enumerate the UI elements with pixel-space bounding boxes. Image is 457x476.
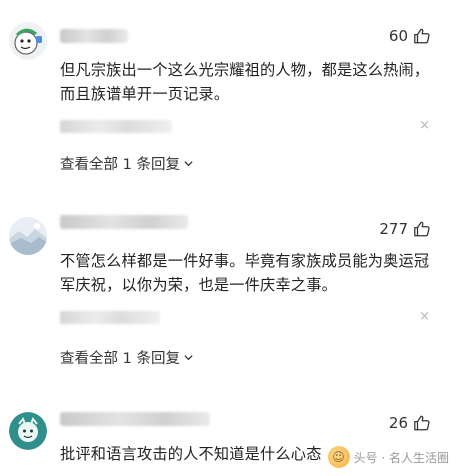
avatar[interactable] <box>9 217 47 255</box>
close-icon[interactable]: × <box>419 117 430 135</box>
like-count: 60 <box>388 27 408 45</box>
close-icon[interactable]: × <box>419 308 430 326</box>
comment-text: 不管怎么样都是一件好事。毕竟有家族成员能为奥运冠军庆祝，以你为荣，也是一件庆幸之… <box>60 252 430 294</box>
green-character-avatar-icon <box>9 412 47 450</box>
like-counter[interactable]: 277 <box>379 220 431 238</box>
cartoon-face-avatar-icon <box>9 22 47 60</box>
like-count: 26 <box>388 414 408 432</box>
username-redacted[interactable] <box>60 29 128 43</box>
watermark-logo-icon: ☺ <box>327 446 350 468</box>
view-all-replies-button[interactable]: 查看全部 1 条回复 <box>60 347 194 368</box>
chevron-down-icon <box>184 161 193 167</box>
comment-item: 277 不管怎么样都是一件好事。毕竟有家族成员能为奥运冠军庆祝，以你为荣，也是一… <box>0 190 457 390</box>
chevron-down-icon <box>184 355 193 361</box>
thumbs-up-icon[interactable] <box>413 414 431 432</box>
view-all-replies-button[interactable]: 查看全部 1 条回复 <box>60 153 194 174</box>
thumbs-up-icon[interactable] <box>413 220 431 238</box>
avatar[interactable] <box>9 412 47 450</box>
comment-text: 但凡宗族出一个这么光宗耀祖的人物，都是这么热闹，而且族谱单开一页记录。 <box>60 61 430 103</box>
like-counter[interactable]: 26 <box>389 414 431 432</box>
like-counter[interactable]: 60 <box>389 27 431 45</box>
view-replies-label: 查看全部 1 条回复 <box>60 351 180 367</box>
avatar[interactable] <box>9 22 47 60</box>
username-redacted[interactable] <box>60 412 210 426</box>
watermark: ☺ 头号 · 名人生活圈 <box>327 446 449 468</box>
comment-item: 60 但凡宗族出一个这么光宗耀祖的人物，都是这么热闹，而且族谱单开一页记录。 ×… <box>0 0 457 190</box>
view-replies-label: 查看全部 1 条回复 <box>60 157 180 173</box>
landscape-avatar-icon <box>9 217 47 255</box>
reply-redacted <box>60 311 160 324</box>
watermark-text: 头号 · 名人生活圈 <box>353 450 449 465</box>
thumbs-up-icon[interactable] <box>413 27 431 45</box>
reply-redacted <box>60 120 172 133</box>
reply-preview[interactable]: × <box>60 117 430 135</box>
like-count: 277 <box>379 220 408 238</box>
reply-preview[interactable]: × <box>60 308 430 326</box>
username-redacted[interactable] <box>60 215 188 229</box>
